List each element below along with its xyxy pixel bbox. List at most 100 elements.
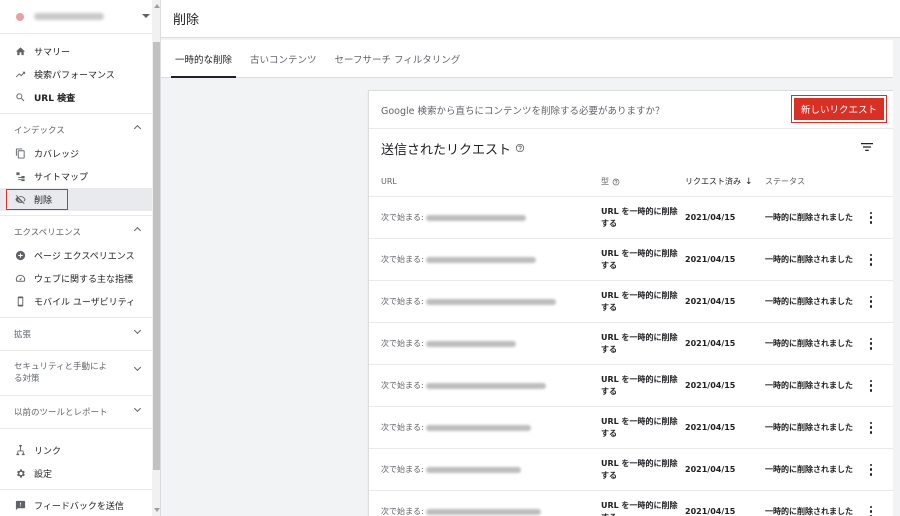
tab-bar: 一時的な削除 古いコンテンツ セーフサーチ フィルタリング (161, 40, 900, 78)
more-vert-icon[interactable] (869, 379, 873, 392)
section-experience[interactable]: エクスペリエンス (0, 220, 152, 244)
sidebar-item-core-web-vitals[interactable]: ウェブに関する主な指標 (0, 267, 152, 290)
chevron-up-icon (133, 124, 142, 133)
sidebar-item-label: カバレッジ (34, 150, 80, 160)
sidebar-item-coverage[interactable]: カバレッジ (0, 142, 152, 165)
scroll-down-icon[interactable] (154, 508, 160, 512)
sidebar-item-feedback[interactable]: フィードバックを送信 (0, 494, 152, 516)
column-header-status[interactable]: ステータス (765, 176, 865, 187)
filter-icon[interactable] (861, 142, 873, 152)
row-type: URL を一時的に削除する (601, 248, 678, 270)
row-url: 次で始まる: (369, 506, 589, 516)
more-vert-icon[interactable] (869, 253, 873, 266)
row-url: 次で始まる: (369, 296, 589, 307)
row-url-redacted (425, 466, 521, 473)
link-icon (14, 445, 26, 457)
row-url-prefix: 次で始まる: (381, 465, 424, 474)
section-enhancements[interactable]: 拡張 (0, 322, 152, 346)
row-url-prefix: 次で始まる: (381, 507, 424, 516)
sidebar-item-label: モバイル ユーザビリティ (34, 298, 136, 308)
divider (0, 489, 152, 490)
row-type: URL を一時的に削除する (601, 374, 678, 396)
row-date: 2021/04/15 (685, 339, 736, 348)
table-row[interactable]: 次で始まる: URL を一時的に削除する 2021/04/15 一時的に削除されました (369, 239, 893, 281)
tab-safesearch-filtering[interactable]: セーフサーチ フィルタリング (327, 40, 469, 78)
row-actions (865, 505, 885, 516)
more-vert-icon[interactable] (869, 463, 873, 476)
table-row[interactable]: 次で始まる: URL を一時的に削除する 2021/04/15 一時的に削除されました (369, 407, 893, 449)
copy-icon (14, 148, 26, 160)
sidebar-item-label: URL 検査 (34, 94, 76, 104)
row-date: 2021/04/15 (685, 381, 736, 390)
table-body: 次で始まる: URL を一時的に削除する 2021/04/15 一時的に削除されました… (369, 197, 893, 516)
sidebar-item-url-inspection[interactable]: URL 検査 (0, 86, 152, 109)
row-date: 2021/04/15 (685, 213, 736, 222)
divider (0, 317, 152, 318)
help-icon[interactable] (515, 143, 525, 153)
table-row[interactable]: 次で始まる: URL を一時的に削除する 2021/04/15 一時的に削除されました (369, 491, 893, 516)
sidebar-item-mobile-usability[interactable]: モバイル ユーザビリティ (0, 290, 152, 313)
page-title: 削除 (173, 13, 200, 28)
column-header-url[interactable]: URL (369, 177, 589, 186)
sidebar-item-sitemap[interactable]: サイトマップ (0, 165, 152, 188)
property-selector[interactable] (0, 0, 152, 34)
table-row[interactable]: 次で始まる: URL を一時的に削除する 2021/04/15 一時的に削除されました (369, 281, 893, 323)
sidebar-item-performance[interactable]: 検索パフォーマンス (0, 63, 152, 86)
highlight-box: 新しいリクエスト (790, 95, 887, 123)
main-scrollbar[interactable] (893, 40, 900, 516)
row-actions (865, 421, 885, 434)
column-header-date[interactable]: リクエスト済み ↓ (685, 176, 765, 187)
sidebar-scrollbar[interactable] (152, 0, 161, 516)
row-url: 次で始まる: (369, 422, 589, 433)
more-vert-icon[interactable] (869, 421, 873, 434)
sidebar-item-removals[interactable]: 削除 (0, 188, 152, 211)
row-url: 次で始まる: (369, 338, 589, 349)
sidebar-item-links[interactable]: リンク (0, 439, 152, 462)
row-url: 次で始まる: (369, 254, 589, 265)
more-vert-icon[interactable] (869, 211, 873, 224)
sidebar-item-label: ページ エクスペリエンス (34, 252, 135, 262)
gear-icon (14, 468, 26, 480)
sidebar-item-label: サマリー (34, 48, 71, 58)
section-index[interactable]: インデックス (0, 118, 152, 142)
scroll-up-icon[interactable] (154, 4, 160, 8)
search-icon (14, 92, 26, 104)
row-url-redacted (425, 382, 546, 389)
tab-outdated-content[interactable]: 古いコンテンツ (242, 40, 325, 78)
row-type: URL を一時的に削除する (601, 458, 678, 480)
scrollbar-thumb[interactable] (153, 42, 160, 470)
divider (0, 428, 152, 429)
table-row[interactable]: 次で始まる: URL を一時的に削除する 2021/04/15 一時的に削除されました (369, 197, 893, 239)
row-actions (865, 253, 885, 266)
row-date: 2021/04/15 (685, 507, 736, 516)
more-vert-icon[interactable] (869, 337, 873, 350)
row-url-redacted (425, 298, 556, 305)
requests-card: Google 検索から直ちにコンテンツを削除する必要がありますか？ 新しいリクエ… (368, 90, 894, 516)
sidebar-item-settings[interactable]: 設定 (0, 462, 152, 485)
table-row[interactable]: 次で始まる: URL を一時的に削除する 2021/04/15 一時的に削除されました (369, 365, 893, 407)
row-url-prefix: 次で始まる: (381, 423, 424, 432)
sidebar-item-page-experience[interactable]: ページ エクスペリエンス (0, 244, 152, 267)
tab-label: セーフサーチ フィルタリング (334, 55, 461, 66)
row-actions (865, 379, 885, 392)
table-row[interactable]: 次で始まる: URL を一時的に削除する 2021/04/15 一時的に削除されました (369, 449, 893, 491)
row-url-redacted (425, 256, 536, 263)
row-status: 一時的に削除されました (765, 506, 853, 516)
sidebar-item-label: ウェブに関する主な指標 (34, 275, 134, 285)
help-icon[interactable] (612, 178, 620, 186)
section-legacy[interactable]: 以前のツールとレポート (0, 400, 152, 424)
property-favicon (16, 12, 24, 21)
tab-temporary-removals[interactable]: 一時的な削除 (167, 40, 240, 78)
more-vert-icon[interactable] (869, 295, 873, 308)
new-request-button[interactable]: 新しいリクエスト (793, 98, 884, 120)
row-url-redacted (425, 424, 531, 431)
table-row[interactable]: 次で始まる: URL を一時的に削除する 2021/04/15 一時的に削除されました (369, 323, 893, 365)
home-icon (14, 46, 26, 58)
feedback-icon (14, 500, 26, 512)
more-vert-icon[interactable] (869, 505, 873, 516)
arrow-down-icon: ↓ (745, 176, 753, 187)
tab-label: 一時的な削除 (175, 55, 233, 66)
sidebar-item-summary[interactable]: サマリー (0, 40, 152, 63)
column-header-type[interactable]: 型 (589, 176, 685, 187)
section-security[interactable]: セキュリティと手動による対策 (0, 355, 152, 391)
